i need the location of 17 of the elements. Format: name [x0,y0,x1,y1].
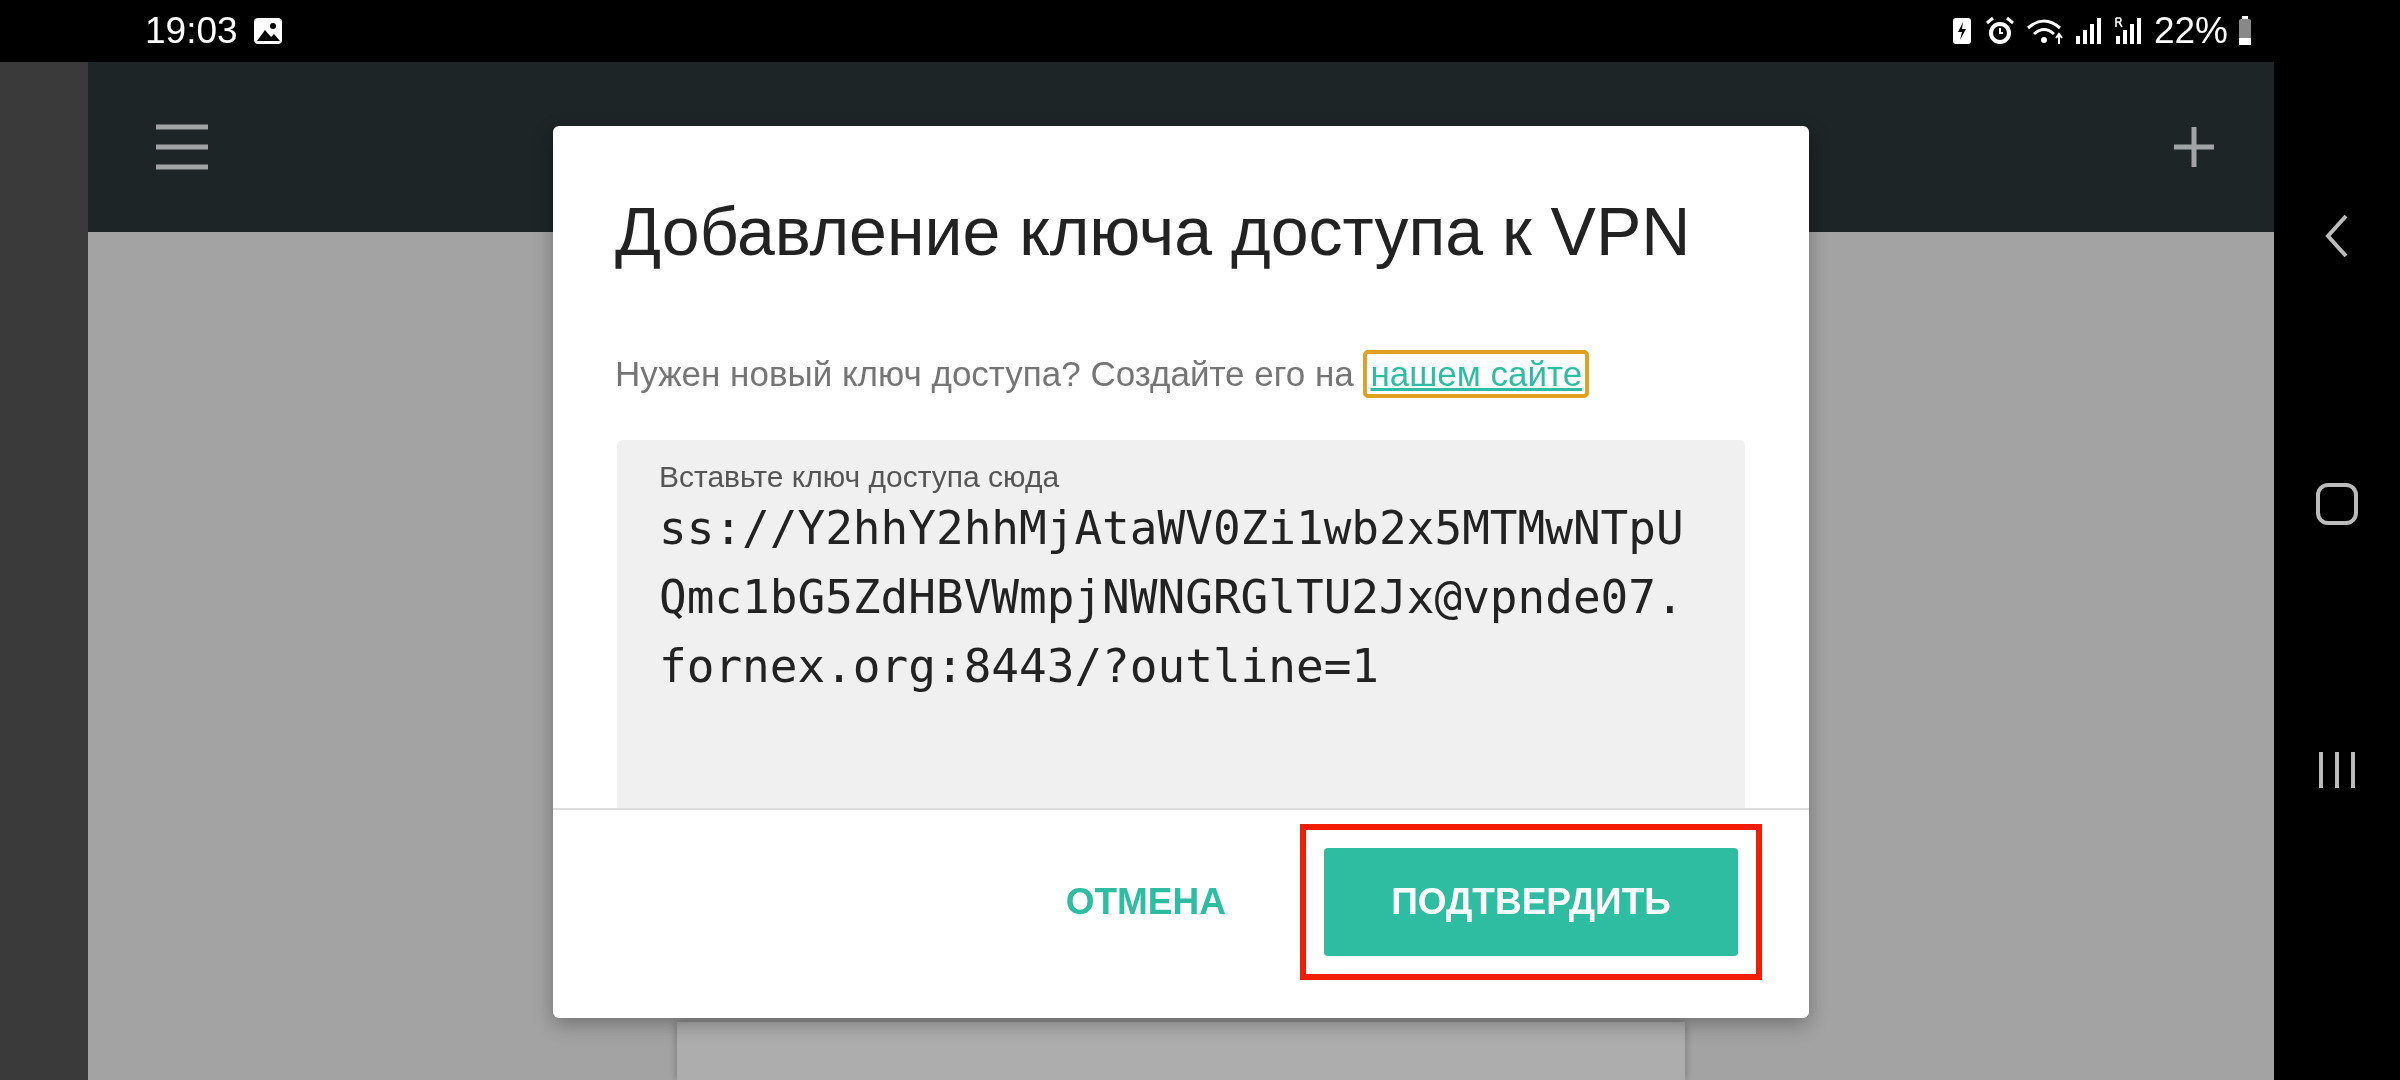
website-link[interactable]: нашем сайте [1363,350,1590,398]
cancel-button[interactable]: ОТМЕНА [1065,861,1226,943]
access-key-field[interactable]: Вставьте ключ доступа сюда ss://Y2hhY2hhMjAtaWV0Zi1wb2x5MTMwNTpUQmc1bG5ZdHBVWmpjNWNGRGlTU2Jx@vpnde07.fornex.org:8443/?outline=1 [617,440,1745,808]
wifi-icon [2025,16,2064,46]
battery-icon [2238,16,2252,46]
battery-percent: 22% [2153,10,2228,52]
home-icon[interactable] [2315,482,2359,526]
signal-icon [2113,16,2144,46]
alarm-icon [1983,16,2016,46]
clock-time: 19:03 [145,10,238,52]
help-text: Нужен новый ключ доступа? Создайте его на нашем сайте [615,350,1809,398]
menu-icon[interactable] [154,123,210,171]
confirm-button[interactable]: ПОДТВЕРДИТЬ [1324,848,1738,956]
signal-icon [2073,16,2104,46]
image-icon [251,16,284,46]
add-icon[interactable] [2172,125,2216,169]
dialog-title: Добавление ключа доступа к VPN [614,192,1692,270]
